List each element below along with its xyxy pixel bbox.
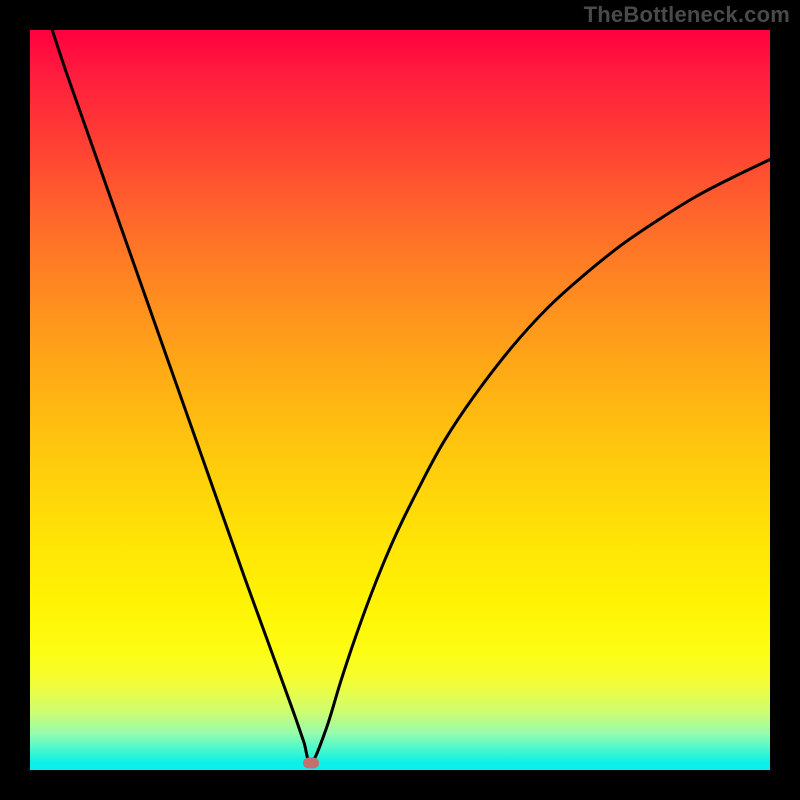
minimum-marker	[303, 757, 319, 768]
watermark-text: TheBottleneck.com	[584, 2, 790, 28]
chart-frame: TheBottleneck.com	[0, 0, 800, 800]
plot-area	[30, 30, 770, 770]
